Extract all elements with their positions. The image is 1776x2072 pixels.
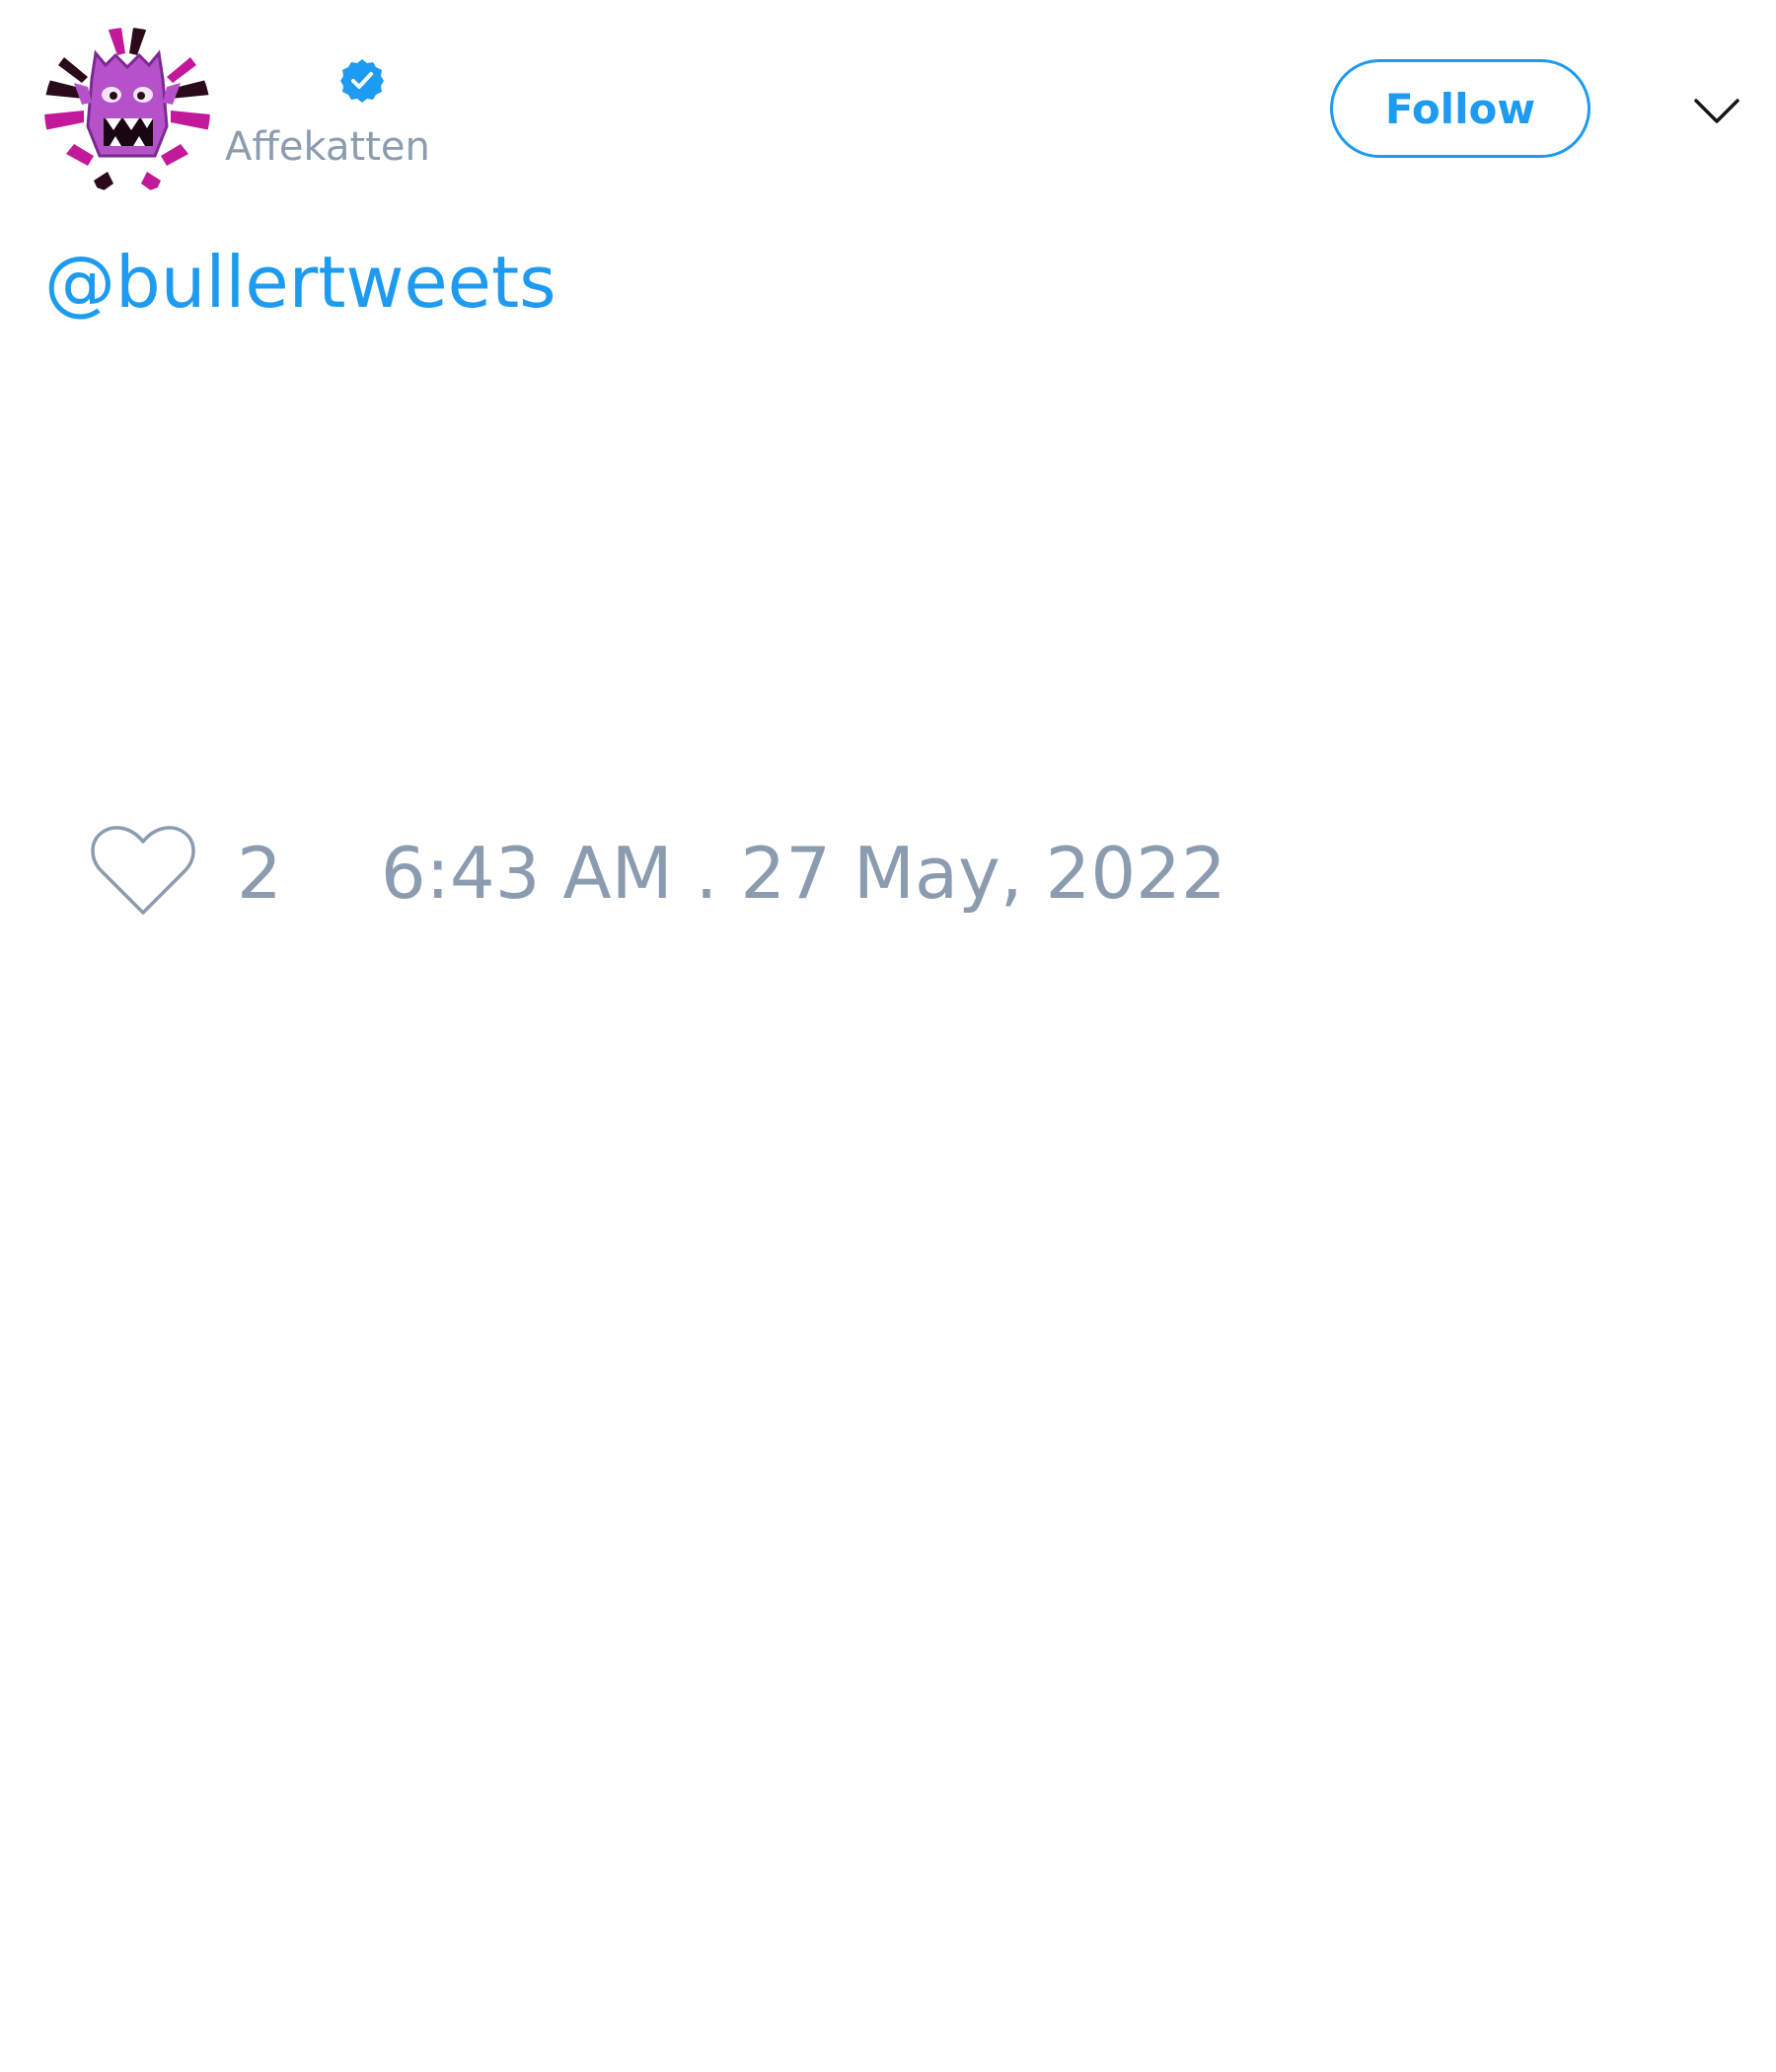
follow-button[interactable]: Follow — [1330, 59, 1591, 158]
author-handle[interactable]: Affekatten — [225, 124, 430, 170]
tweet-card: Affekatten Follow @bullertweets 2 6:43 A… — [0, 0, 1776, 2072]
author-name-row — [225, 51, 386, 111]
tweet-footer: 2 6:43 AM . 27 May, 2022 — [89, 824, 1226, 923]
mention-link[interactable]: @bullertweets — [44, 241, 556, 324]
avatar[interactable] — [44, 28, 210, 193]
verified-badge-icon — [338, 57, 386, 105]
like-button[interactable] — [89, 824, 197, 923]
like-count: 2 — [237, 832, 282, 915]
heart-icon — [90, 824, 196, 923]
purple-monster-avatar-icon — [44, 28, 210, 193]
chevron-down-icon[interactable] — [1692, 87, 1741, 136]
tweet-text: @bullertweets — [44, 247, 556, 318]
tweet-timestamp[interactable]: 6:43 AM . 27 May, 2022 — [381, 832, 1226, 915]
